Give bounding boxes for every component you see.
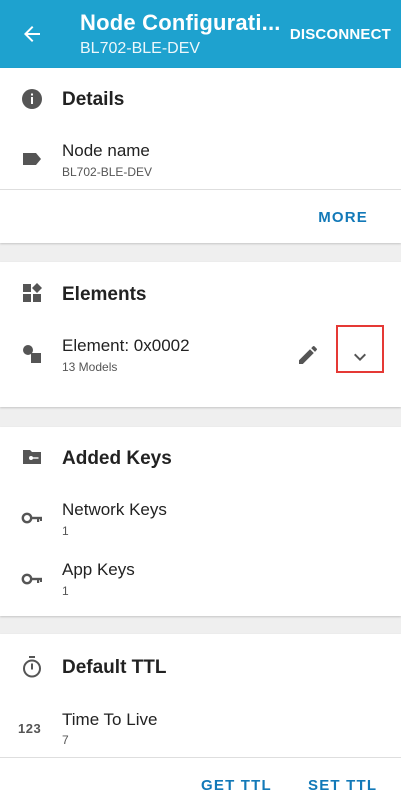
element-label[interactable]: Element: 0x0002 (62, 336, 190, 356)
page-subtitle: BL702-BLE-DEV (80, 40, 201, 57)
chevron-down-icon[interactable] (348, 345, 372, 369)
page-title: Node Configurati... (80, 10, 281, 35)
arrow-left-icon[interactable] (20, 22, 44, 46)
label-tag-icon (23, 153, 41, 165)
key-icon (21, 573, 42, 585)
default-ttl-section-title: Default TTL (62, 657, 167, 678)
time-to-live-value: 7 (62, 733, 69, 747)
folder-key-icon (23, 450, 41, 464)
network-keys-label[interactable]: Network Keys (62, 500, 167, 520)
disconnect-button[interactable]: DISCONNECT (290, 26, 391, 43)
app-keys-count: 1 (62, 584, 69, 598)
more-button[interactable]: MORE (318, 209, 368, 226)
key-icon (21, 512, 42, 524)
set-ttl-button[interactable]: SET TTL (308, 777, 377, 794)
added-keys-section-title: Added Keys (62, 448, 172, 469)
element-models-count: 13 Models (62, 360, 118, 374)
default-ttl-card: Default TTL 123 Time To Live 7 GET TTL S… (0, 634, 401, 806)
app-keys-label[interactable]: App Keys (62, 560, 135, 580)
pencil-icon[interactable] (296, 343, 320, 367)
element-shapes-icon (23, 345, 41, 363)
elements-section-title: Elements (62, 284, 147, 305)
details-section-title: Details (62, 89, 125, 110)
details-card: Details Node name BL702-BLE-DEV MORE (0, 68, 401, 243)
widgets-icon (23, 283, 42, 302)
added-keys-card: Added Keys Network Keys 1 App Keys 1 (0, 427, 401, 616)
time-to-live-label: Time To Live (62, 710, 158, 729)
app-bar: Node Configurati... BL702-BLE-DEV DISCON… (0, 0, 401, 68)
timer-icon (23, 656, 41, 678)
elements-card: Elements Element: 0x0002 13 Models (0, 262, 401, 407)
info-icon (22, 89, 42, 109)
numeric-123-icon: 123 (18, 721, 42, 736)
node-name-label: Node name (62, 141, 150, 160)
get-ttl-button[interactable]: GET TTL (201, 777, 272, 794)
network-keys-count: 1 (62, 524, 69, 538)
divider (0, 189, 401, 190)
divider (0, 757, 401, 758)
node-name-value: BL702-BLE-DEV (62, 165, 153, 179)
